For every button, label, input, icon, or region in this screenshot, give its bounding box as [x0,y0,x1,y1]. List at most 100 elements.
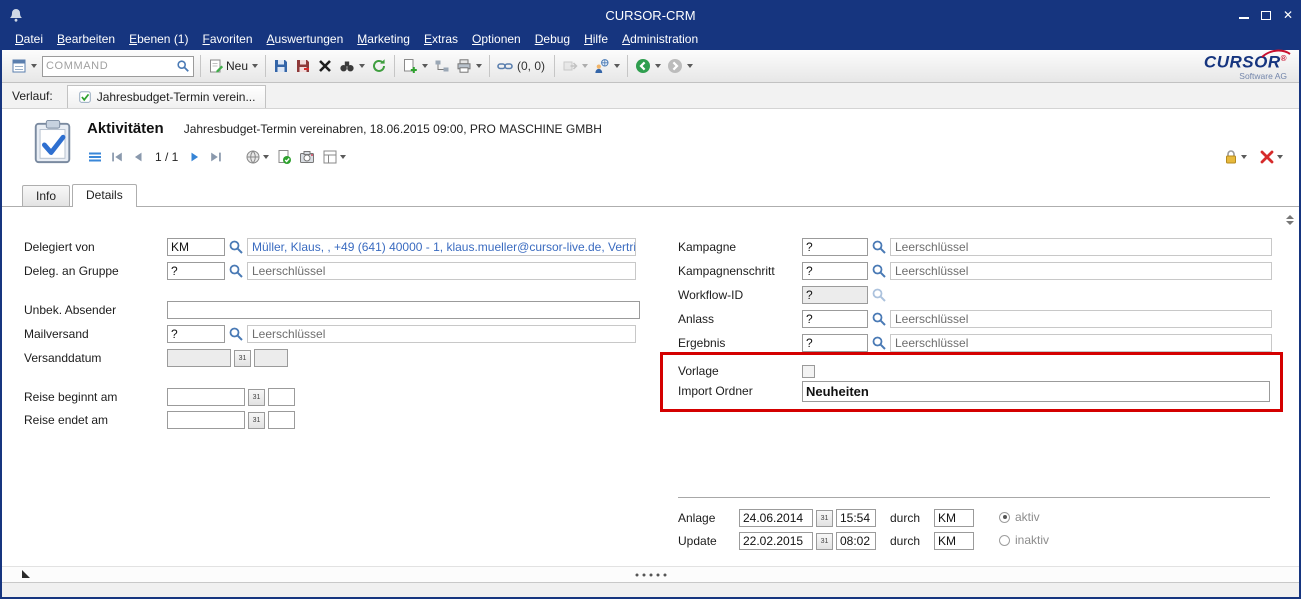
save-button[interactable] [270,55,292,77]
field-row-mailversand: Mailversand Leerschlüssel [24,324,636,344]
print-button[interactable] [453,55,485,77]
menu-bearbeiten[interactable]: Bearbeiten [50,30,122,48]
inaktiv-radio[interactable] [999,535,1010,546]
anlass-input[interactable] [802,310,868,328]
minimize-button[interactable] [1239,11,1249,19]
calendar-icon[interactable]: 31 [248,412,265,429]
ergebnis-input[interactable] [802,334,868,352]
update-time-input[interactable] [836,532,876,550]
search-icon[interactable] [871,311,887,327]
form-selector-button[interactable] [8,55,40,77]
update-durch-input[interactable] [934,532,974,550]
deleg-gruppe-input[interactable] [167,262,225,280]
search-icon[interactable] [871,335,887,351]
menu-auswertungen[interactable]: Auswertungen [260,30,351,48]
anlage-date-input[interactable] [739,509,813,527]
nav-last-button[interactable] [209,150,223,164]
export-button[interactable] [559,55,591,77]
lock-button[interactable] [1223,149,1247,165]
new-record-button[interactable] [399,55,431,77]
menu-hilfe[interactable]: Hilfe [577,30,615,48]
maximize-button[interactable] [1261,11,1271,20]
vorlage-label: Vorlage [678,364,802,378]
delegiert-von-display[interactable]: Müller, Klaus, , +49 (641) 40000 - 1, kl… [247,238,636,256]
versanddatum-time-input[interactable] [254,349,288,367]
tab-info[interactable]: Info [22,185,70,206]
menu-administration[interactable]: Administration [615,30,705,48]
kampagne-display: Leerschlüssel [890,238,1272,256]
calendar-icon[interactable]: 31 [234,350,251,367]
reise-beginnt-input[interactable] [167,388,245,406]
command-input[interactable] [46,60,176,72]
menu-debug[interactable]: Debug [528,30,577,48]
snapshot-button[interactable] [299,149,315,165]
history-tab[interactable]: Jahresbudget-Termin verein... [67,85,267,108]
menu-extras[interactable]: Extras [417,30,465,48]
vorlage-checkbox[interactable] [802,365,815,378]
calendar-icon[interactable]: 31 [248,389,265,406]
chevron-down-icon [687,64,693,68]
nav-prev-button[interactable] [131,150,145,164]
brand-subtitle: Software AG [1204,71,1287,81]
nav-first-button[interactable] [110,150,124,164]
versanddatum-label: Versanddatum [24,351,167,365]
nav-next-button[interactable] [188,150,202,164]
save-close-button[interactable] [292,55,314,77]
update-date-input[interactable] [739,532,813,550]
search-icon[interactable] [228,326,244,342]
unbek-absender-input[interactable] [167,301,640,319]
bottom-splitter[interactable] [2,566,1299,582]
panel-collapse-icon[interactable] [1286,215,1294,225]
menu-optionen[interactable]: Optionen [465,30,528,48]
header-menu-button[interactable] [87,149,103,165]
menu-marketing[interactable]: Marketing [350,30,417,48]
reise-endet-input[interactable] [167,411,245,429]
import-ordner-input[interactable] [802,381,1270,402]
globe-actions-button[interactable] [245,149,269,165]
resize-handle-icon[interactable] [22,570,30,578]
kampagnenschritt-input[interactable] [802,262,868,280]
kampagne-input[interactable] [802,238,868,256]
reise-endet-time-input[interactable] [268,411,295,429]
mailversand-input[interactable] [167,325,225,343]
find-button[interactable] [336,55,368,77]
aktiv-radio[interactable] [999,512,1010,523]
mask-view-button[interactable] [322,149,346,165]
search-icon[interactable] [871,239,887,255]
search-icon[interactable] [228,239,244,255]
link-counter-button[interactable]: (0, 0) [494,55,550,77]
record-nav: 1 / 1 [87,149,346,165]
search-icon[interactable] [176,59,190,73]
close-button[interactable]: ✕ [1283,9,1293,21]
delegiert-von-input[interactable] [167,238,225,256]
calendar-icon[interactable]: 31 [816,533,833,550]
workflow-id-input[interactable] [802,286,868,304]
menu-datei[interactable]: Datei [8,30,50,48]
refresh-button[interactable] [368,55,390,77]
status-bar [2,582,1299,597]
anlage-durch-input[interactable] [934,509,974,527]
anlage-time-input[interactable] [836,509,876,527]
forward-button[interactable] [664,55,696,77]
field-row-workflow-id: Workflow-ID [678,285,890,305]
back-button[interactable] [632,55,664,77]
aktiv-label: aktiv [1015,510,1040,524]
discard-button[interactable] [314,55,336,77]
contact-transfer-button[interactable] [591,55,623,77]
menu-ebenen[interactable]: Ebenen (1) [122,30,195,48]
complete-activity-button[interactable] [276,149,292,165]
search-icon[interactable] [228,263,244,279]
kampagnenschritt-label: Kampagnenschritt [678,264,802,278]
workflow-button[interactable] [431,55,453,77]
delete-record-button[interactable] [1259,149,1283,165]
chevron-down-icon [359,64,365,68]
splitter-grip-icon[interactable] [635,573,666,576]
menu-favoriten[interactable]: Favoriten [195,30,259,48]
tab-details[interactable]: Details [72,184,137,207]
reise-beginnt-time-input[interactable] [268,388,295,406]
versanddatum-input[interactable] [167,349,231,367]
calendar-icon[interactable]: 31 [816,510,833,527]
refresh-icon [371,58,387,74]
search-icon[interactable] [871,263,887,279]
neu-button[interactable]: Neu [205,55,261,77]
